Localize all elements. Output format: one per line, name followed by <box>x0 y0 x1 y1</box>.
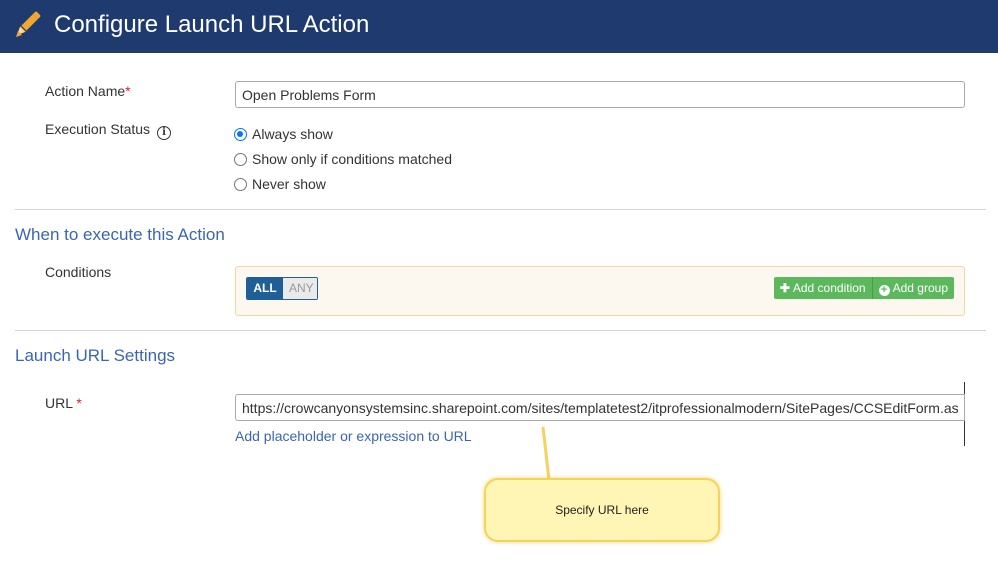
conditions-panel: ALL ANY ✚ Add condition + Add group <box>235 266 965 316</box>
action-name-input[interactable] <box>235 81 965 108</box>
add-group-button[interactable]: + Add group <box>872 277 954 299</box>
url-label: URL * <box>45 395 82 411</box>
radio-label: Always show <box>252 126 333 142</box>
toggle-all[interactable]: ALL <box>247 278 283 299</box>
dialog-header: Configure Launch URL Action <box>0 0 998 53</box>
when-section-title: When to execute this Action <box>15 225 225 244</box>
all-any-toggle[interactable]: ALL ANY <box>246 277 318 300</box>
circle-plus-icon: + <box>878 285 890 296</box>
radio-label: Show only if conditions matched <box>252 151 452 167</box>
radio-label: Never show <box>252 176 326 192</box>
page-title: Configure Launch URL Action <box>54 11 370 38</box>
radio-button-checked[interactable] <box>234 128 247 141</box>
callout-tooltip: Specify URL here <box>484 478 720 542</box>
action-name-label-text: Action Name <box>45 83 126 99</box>
add-condition-label: Add condition <box>792 281 866 295</box>
add-group-label: Add group <box>892 281 948 295</box>
url-label-text: URL <box>45 395 73 411</box>
plus-icon: ✚ <box>779 281 790 295</box>
toggle-any[interactable]: ANY <box>283 278 317 299</box>
pencil-icon <box>16 11 41 37</box>
radio-button[interactable] <box>234 153 247 166</box>
launch-section-title: Launch URL Settings <box>15 346 176 365</box>
radio-always-show[interactable]: Always show <box>234 126 333 144</box>
radio-never-show[interactable]: Never show <box>234 176 326 194</box>
radio-button[interactable] <box>234 178 247 191</box>
execution-status-label-text: Execution Status <box>45 121 151 137</box>
required-mark: * <box>125 83 131 99</box>
section-divider <box>15 209 986 210</box>
action-name-label: Action Name* <box>45 83 131 99</box>
add-condition-button[interactable]: ✚ Add condition <box>773 277 873 299</box>
section-divider <box>15 330 986 331</box>
execution-status-label: Execution Status i <box>45 121 172 140</box>
required-mark: * <box>76 395 82 411</box>
url-input[interactable] <box>235 394 965 421</box>
add-placeholder-link[interactable]: Add placeholder or expression to URL <box>235 428 472 444</box>
info-icon[interactable]: i <box>157 126 172 140</box>
conditions-label: Conditions <box>45 264 112 280</box>
radio-show-if-matched[interactable]: Show only if conditions matched <box>234 151 452 169</box>
condition-buttons: ✚ Add condition + Add group <box>773 277 954 299</box>
